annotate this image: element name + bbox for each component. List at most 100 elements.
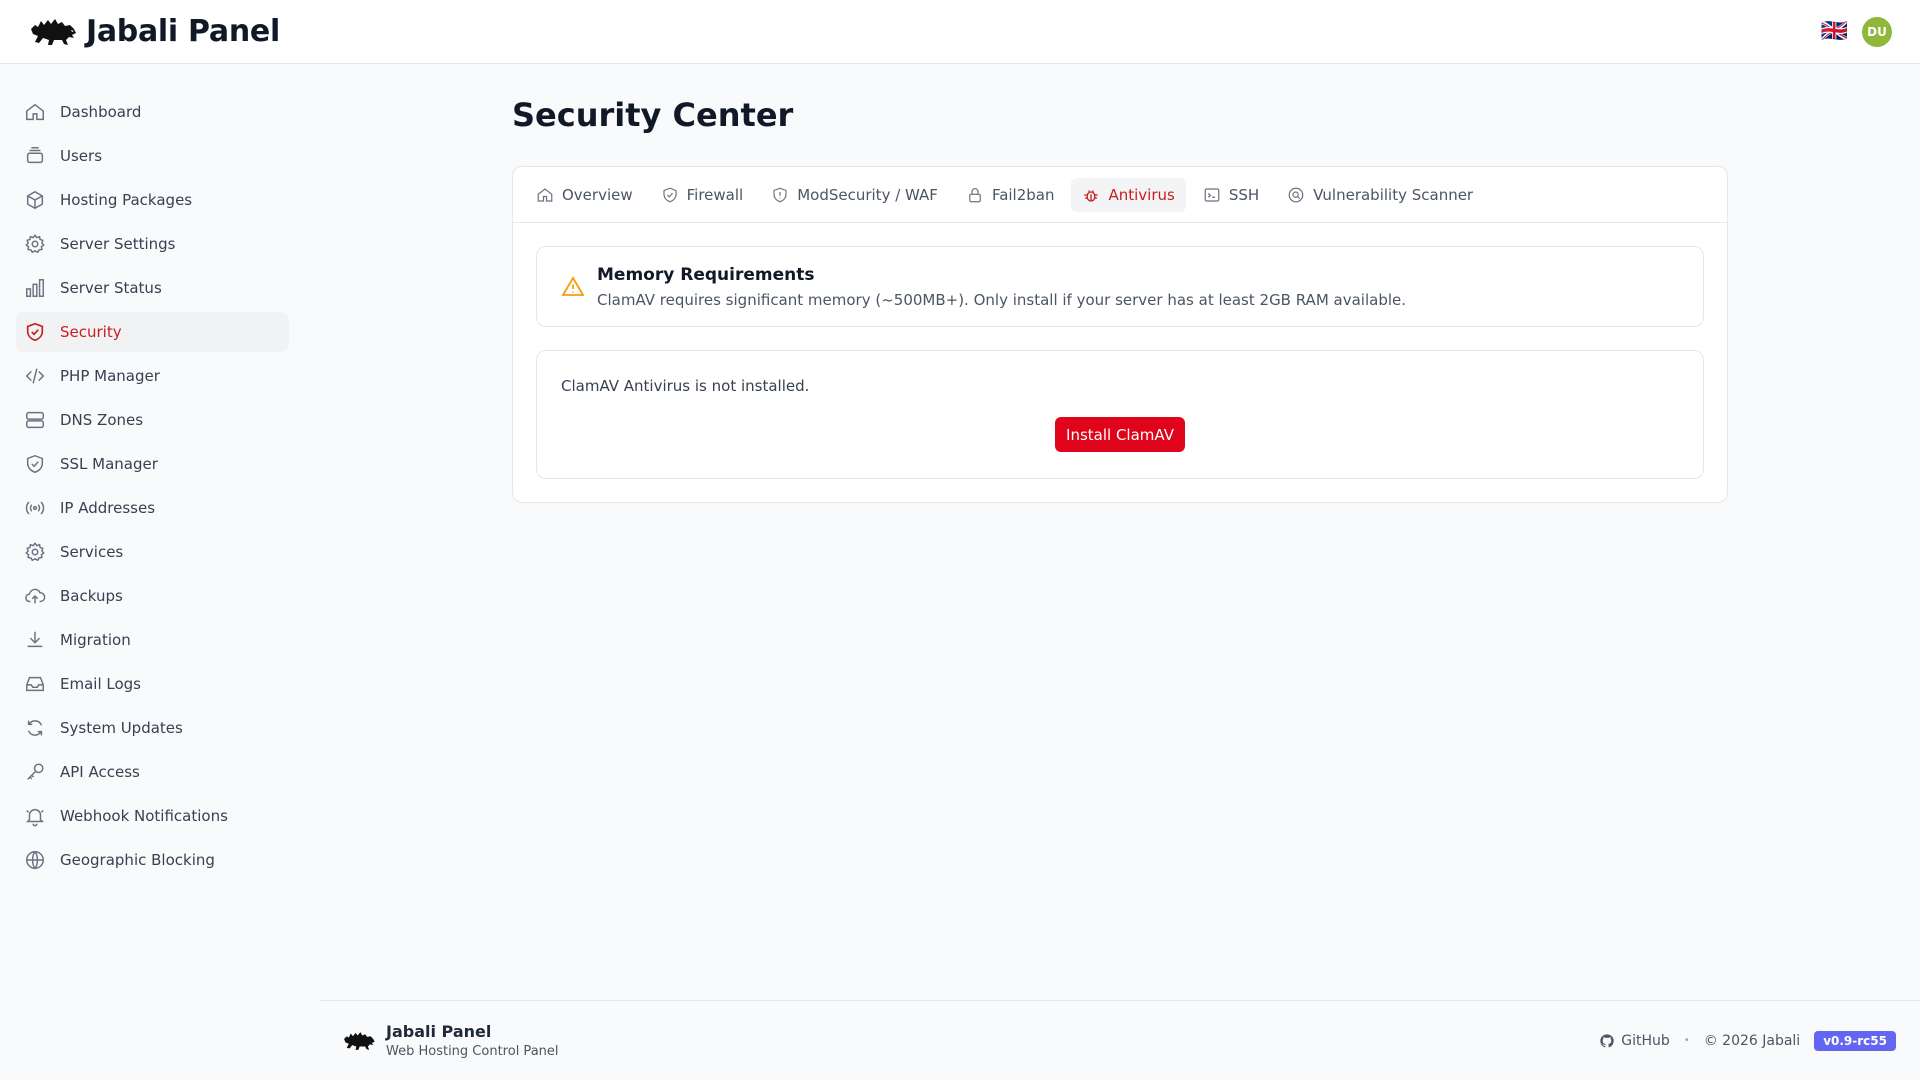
tab-label: Vulnerability Scanner [1313,185,1474,204]
tab-vulnerability-scanner[interactable]: Vulnerability Scanner [1276,178,1484,212]
sidebar: Dashboard Users Hosting Packages Server … [0,64,300,1000]
sidebar-item-dashboard[interactable]: Dashboard [16,92,289,132]
sidebar-item-geographic-blocking[interactable]: Geographic Blocking [16,840,289,880]
antivirus-panel-body: Memory Requirements ClamAV requires sign… [513,223,1727,502]
version-badge: v0.9-rc55 [1814,1030,1896,1051]
footer-separator: • [1683,1035,1690,1046]
sidebar-item-ip-addresses[interactable]: IP Addresses [16,488,289,528]
footer-subtitle: Web Hosting Control Panel [386,1044,559,1059]
alert-text: ClamAV requires significant memory (~500… [597,291,1407,309]
sidebar-item-dns-zones[interactable]: DNS Zones [16,400,289,440]
sidebar-item-label: Services [60,543,124,561]
sidebar-item-server-status[interactable]: Server Status [16,268,289,308]
home-icon [24,101,46,123]
sidebar-item-label: Server Status [60,279,162,297]
language-flag-icon[interactable]: 🇬🇧 [1821,20,1848,43]
terminal-icon [1203,186,1221,204]
sidebar-item-ssl-manager[interactable]: SSL Manager [16,444,289,484]
sidebar-item-label: SSL Manager [60,455,158,473]
tab-label: ModSecurity / WAF [797,185,938,204]
sidebar-item-label: Users [60,147,103,165]
sidebar-item-label: System Updates [60,719,183,737]
footer: Jabali Panel Web Hosting Control Panel G… [320,1000,1920,1080]
sidebar-nav: Dashboard Users Hosting Packages Server … [0,92,300,880]
warning-triangle-icon [561,276,585,296]
sidebar-item-services[interactable]: Services [16,532,289,572]
cube-icon [24,189,46,211]
sidebar-item-label: Dashboard [60,103,142,121]
sidebar-item-label: Webhook Notifications [60,807,228,825]
sidebar-item-security[interactable]: Security [16,312,289,352]
tab-label: SSH [1228,185,1260,204]
tab-label: Firewall [686,185,744,204]
tab-label: Overview [562,185,633,204]
alert-title: Memory Requirements [597,265,815,285]
github-link[interactable]: GitHub [1599,1033,1670,1049]
sidebar-item-label: Server Settings [60,235,176,253]
shield-exclamation-icon [771,186,789,204]
tab-ssh[interactable]: SSH [1192,178,1270,212]
sidebar-item-server-settings[interactable]: Server Settings [16,224,289,264]
clamav-status-text: ClamAV Antivirus is not installed. [561,377,810,395]
sidebar-item-label: Hosting Packages [60,191,193,209]
sidebar-item-users[interactable]: Users [16,136,289,176]
sidebar-item-migration[interactable]: Migration [16,620,289,660]
sidebar-item-label: API Access [60,763,140,781]
sidebar-item-backups[interactable]: Backups [16,576,289,616]
sidebar-item-label: Security [60,323,122,341]
security-panel: Overview Firewall ModSecurity / WAF Fail… [512,166,1728,503]
shield-check-icon [24,321,46,343]
sidebar-item-label: Geographic Blocking [60,851,215,869]
sidebar-item-label: Migration [60,631,131,649]
sidebar-item-label: IP Addresses [60,499,156,517]
sidebar-item-hosting-packages[interactable]: Hosting Packages [16,180,289,220]
tab-modsecurity-waf[interactable]: ModSecurity / WAF [760,178,949,212]
bell-icon [24,805,46,827]
server-icon [24,409,46,431]
home-icon [536,186,554,204]
shield-check-icon [661,186,679,204]
tab-label: Fail2ban [991,185,1055,204]
page-title: Security Center [512,96,794,134]
scan-icon [1287,186,1305,204]
user-avatar[interactable]: DU [1862,16,1892,47]
inbox-icon [24,673,46,695]
memory-warning-alert: Memory Requirements ClamAV requires sign… [536,246,1704,327]
users-icon [24,145,46,167]
sidebar-item-label: Backups [60,587,123,605]
shield-icon [24,453,46,475]
refresh-icon [24,717,46,739]
tab-label: Antivirus [1108,185,1175,204]
sidebar-item-api-access[interactable]: API Access [16,752,289,792]
brand[interactable]: Jabali Panel [28,14,280,49]
boar-logo-icon [344,1031,375,1050]
sidebar-item-email-logs[interactable]: Email Logs [16,664,289,704]
tab-fail2ban[interactable]: Fail2ban [955,178,1066,212]
install-clamav-button[interactable]: Install ClamAV [1055,417,1185,452]
globe-icon [24,849,46,871]
brand-name: Jabali Panel [86,14,280,49]
main-content: Security Center Overview Firewall ModSec… [512,64,1728,503]
bug-icon [1082,186,1100,204]
sidebar-item-label: DNS Zones [60,411,144,429]
sidebar-item-label: PHP Manager [60,367,160,385]
tab-overview[interactable]: Overview [525,178,644,212]
cog-icon [24,541,46,563]
bar-chart-icon [24,277,46,299]
github-label: GitHub [1621,1032,1670,1049]
signal-icon [24,497,46,519]
download-icon [24,629,46,651]
sidebar-item-webhook-notifications[interactable]: Webhook Notifications [16,796,289,836]
lock-icon [966,186,984,204]
footer-title: Jabali Panel [386,1022,492,1041]
sidebar-item-system-updates[interactable]: System Updates [16,708,289,748]
gear-icon [24,233,46,255]
sidebar-item-php-manager[interactable]: PHP Manager [16,356,289,396]
cloud-upload-icon [24,585,46,607]
tab-firewall[interactable]: Firewall [650,178,755,212]
clamav-status-card: ClamAV Antivirus is not installed. Insta… [536,350,1704,479]
tab-antivirus[interactable]: Antivirus [1071,177,1186,212]
code-icon [24,365,46,387]
top-bar: Jabali Panel 🇬🇧 DU [0,0,1920,64]
boar-logo-icon [31,18,76,45]
